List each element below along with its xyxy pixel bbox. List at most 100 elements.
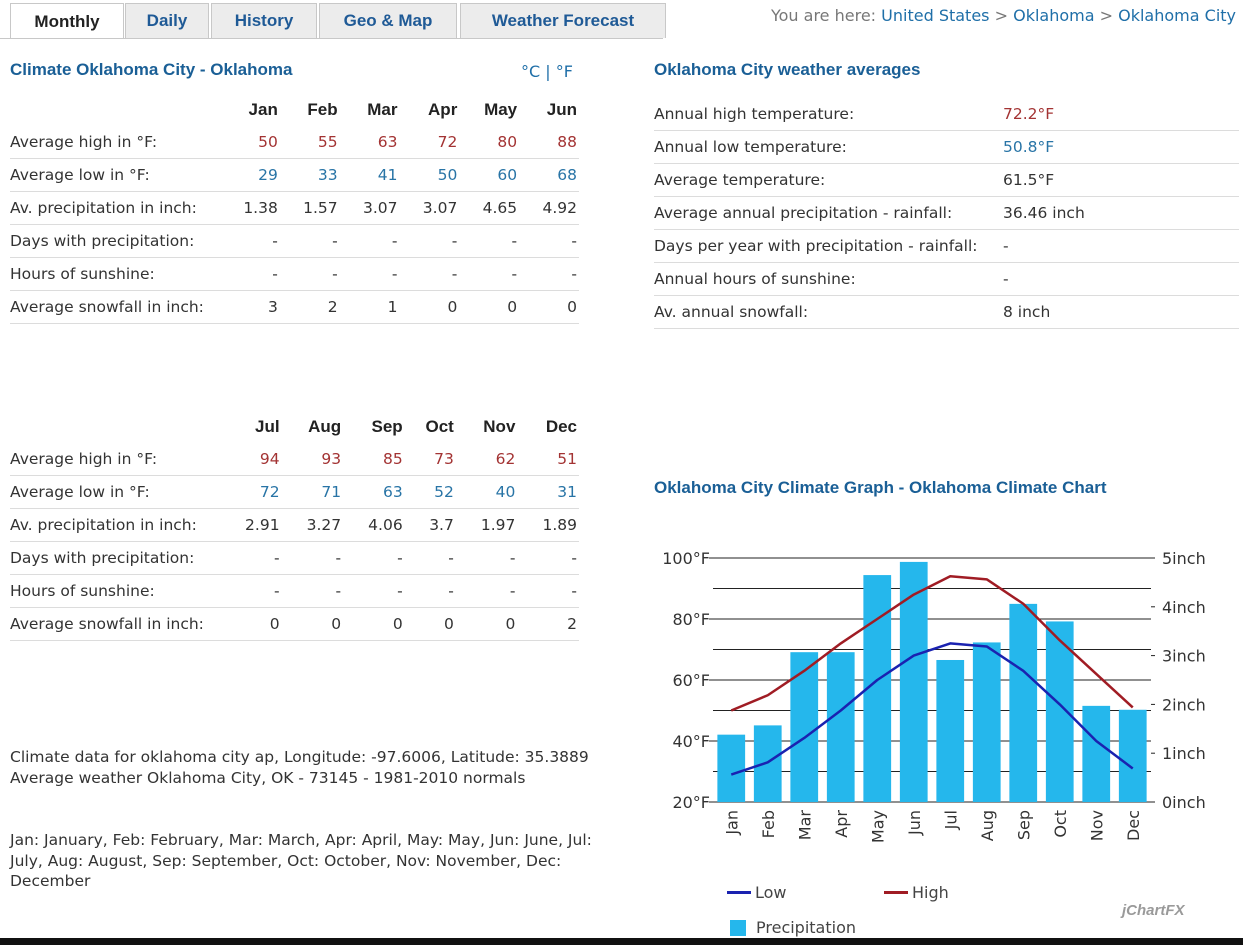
row-label: Hours of sunshine: xyxy=(10,257,220,291)
averages-row: Av. annual snowfall: 8 inch xyxy=(654,295,1239,329)
cell-snow: 0 xyxy=(281,607,344,641)
averages-row: Annual low temperature: 50.8°F xyxy=(654,130,1239,164)
precipitation-bar xyxy=(753,725,782,802)
cell-days: - xyxy=(459,224,520,258)
row-precip: Av. precipitation in inch: 1.38 1.57 3.07 3.… xyxy=(10,191,579,225)
tab-divider xyxy=(0,38,663,39)
cell-low: 68 xyxy=(519,158,579,192)
unit-fahrenheit-link[interactable]: °F xyxy=(556,62,573,81)
tab-geo-map[interactable]: Geo & Map xyxy=(319,3,457,38)
averages-label: Annual hours of sunshine: xyxy=(654,262,1003,296)
climate-source-note: Climate data for oklahoma city ap, Longi… xyxy=(10,747,600,788)
x-tick-label: Dec xyxy=(1124,810,1143,841)
cell-days: - xyxy=(455,541,518,575)
cell-sun: - xyxy=(399,257,460,291)
jchartfx-logo: jChartFX xyxy=(1122,902,1185,919)
header-spacer xyxy=(10,411,220,443)
cell-low: 41 xyxy=(339,158,400,192)
row-precip: Av. precipitation in inch: 2.91 3.27 4.06 3.… xyxy=(10,508,579,542)
cell-precip: 2.91 xyxy=(220,508,282,542)
cell-low: 63 xyxy=(343,475,405,509)
unit-switch: °C | °F xyxy=(521,62,573,81)
month-header: Sep xyxy=(371,417,403,436)
breadcrumb-oklahoma[interactable]: Oklahoma xyxy=(1013,6,1094,25)
averages-value: 50.8°F xyxy=(1003,130,1239,164)
cell-sun: - xyxy=(519,257,579,291)
x-tick-label: Oct xyxy=(1051,810,1070,838)
breadcrumb: You are here: United States > Oklahoma >… xyxy=(771,6,1236,25)
legend-high-swatch xyxy=(884,891,908,894)
averages-row: Annual hours of sunshine: - xyxy=(654,262,1239,296)
cell-snow: 0 xyxy=(399,290,460,324)
legend-low: Low xyxy=(727,883,787,902)
cell-precip: 3.7 xyxy=(404,508,456,542)
precipitation-bar xyxy=(936,659,965,802)
cell-low: 71 xyxy=(281,475,344,509)
y-left-tick-label: 20°F xyxy=(672,793,710,812)
month-header: Aug xyxy=(308,417,342,436)
cell-days: - xyxy=(399,224,460,258)
breadcrumb-united-states[interactable]: United States xyxy=(881,6,989,25)
cell-sun: - xyxy=(220,574,282,608)
breadcrumb-separator: > xyxy=(994,6,1008,25)
precipitation-bar xyxy=(899,561,928,802)
x-tick-label: Jan xyxy=(722,810,741,836)
row-days: Days with precipitation: - - - - - - xyxy=(10,224,579,258)
x-tick-label: Mar xyxy=(795,810,814,841)
row-label: Average low in °F: xyxy=(10,158,220,192)
y-right-tick-label: 5inch xyxy=(1162,549,1206,568)
unit-celsius-link[interactable]: °C xyxy=(521,62,540,81)
cell-snow: 0 xyxy=(459,290,520,324)
cell-snow: 1 xyxy=(339,290,400,324)
cell-low: 31 xyxy=(517,475,579,509)
cell-precip: 1.97 xyxy=(455,508,518,542)
cell-precip: 4.06 xyxy=(343,508,405,542)
tab-weather-forecast[interactable]: Weather Forecast xyxy=(460,3,666,38)
averages-label: Days per year with precipitation - rainf… xyxy=(654,229,1003,263)
tab-daily[interactable]: Daily xyxy=(125,3,209,38)
averages-value: 36.46 inch xyxy=(1003,196,1239,230)
cell-high: 51 xyxy=(517,443,579,476)
row-sun: Hours of sunshine: - - - - - - xyxy=(10,574,579,608)
tab-monthly[interactable]: Monthly xyxy=(10,3,124,39)
cell-high: 73 xyxy=(404,443,456,476)
month-header: Oct xyxy=(425,417,454,436)
x-tick-label: Aug xyxy=(978,810,997,841)
breadcrumb-separator: > xyxy=(1099,6,1114,25)
y-right-tick-label: 2inch xyxy=(1162,695,1206,714)
precipitation-bar xyxy=(826,652,855,802)
legend-precipitation: Precipitation xyxy=(730,918,856,937)
climate-chart: 100°F 80°F 60°F 40°F 20°F 5inch 4inch 3inch 2inc… xyxy=(662,549,1206,843)
cell-snow: 3 xyxy=(220,290,280,324)
row-label: Average high in °F: xyxy=(10,443,220,476)
x-tick-label: Nov xyxy=(1087,810,1106,841)
row-label: Average snowfall in inch: xyxy=(10,290,220,324)
climate-location-note: Climate data for oklahoma city ap, Longi… xyxy=(10,748,589,766)
legend-low-label: Low xyxy=(755,883,787,902)
x-tick-label: May xyxy=(868,810,887,843)
climate-table-jan-jun: Jan Feb Mar Apr May Jun Average high in °F: 50 5… xyxy=(10,94,579,324)
tab-history[interactable]: History xyxy=(211,3,317,38)
cell-high: 62 xyxy=(455,443,518,476)
month-header-row: Jan Feb Mar Apr May Jun xyxy=(10,94,579,126)
row-snow: Average snowfall in inch: 3 2 1 0 0 0 xyxy=(10,290,579,324)
cell-days: - xyxy=(343,541,405,575)
breadcrumb-oklahoma-city[interactable]: Oklahoma City xyxy=(1118,6,1236,25)
row-label: Days with precipitation: xyxy=(10,224,220,258)
cell-sun: - xyxy=(343,574,405,608)
cell-sun: - xyxy=(404,574,456,608)
graph-title: Oklahoma City Climate Graph - Oklahoma C… xyxy=(654,478,1107,497)
cell-sun: - xyxy=(279,257,340,291)
climate-title: Climate Oklahoma City - Oklahoma xyxy=(10,60,293,79)
month-header: May xyxy=(484,100,518,119)
row-low: Average low in °F: 72 71 63 52 40 31 xyxy=(10,475,579,509)
legend-high-label: High xyxy=(912,883,949,902)
row-days: Days with precipitation: - - - - - - xyxy=(10,541,579,575)
cell-precip: 4.65 xyxy=(459,191,520,225)
averages-value: - xyxy=(1003,229,1239,263)
row-label: Average low in °F: xyxy=(10,475,220,509)
x-tick-label: Sep xyxy=(1014,810,1033,840)
cell-sun: - xyxy=(281,574,344,608)
averages-table: Annual high temperature: 72.2°F Annual l… xyxy=(654,98,1239,329)
y-left-tick-label: 60°F xyxy=(672,671,710,690)
